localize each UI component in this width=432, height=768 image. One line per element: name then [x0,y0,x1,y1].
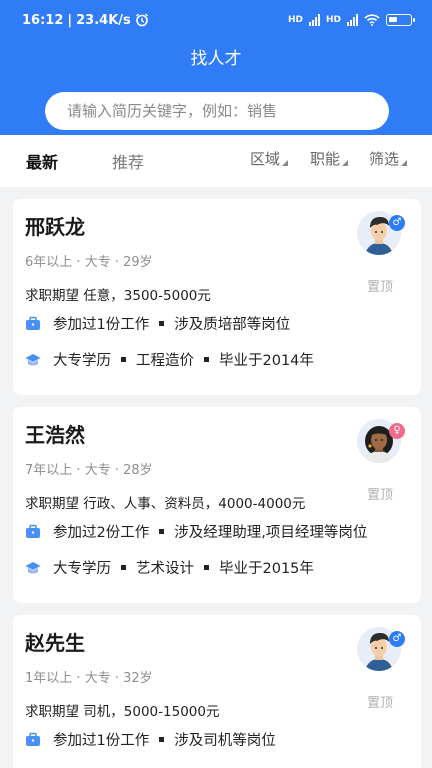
job-expectation: 求职期望 任意，3500-5000元 [25,288,211,304]
work-experience-row: 参加过2份工作 涉及经理助理,项目经理等岗位 [25,521,367,542]
pin-top-button[interactable]: 置顶 [367,692,393,711]
briefcase-icon [26,524,40,538]
candidate-card[interactable]: 赵先生 1年以上 · 大专 · 32岁 求职期望 司机，5000-15000元 … [13,615,421,768]
candidate-name: 邢跃龙 [25,215,85,239]
battery-icon [386,14,415,26]
app-header: 16:12 | 23.4K/s HD HD 找人才 请输入简历关键字，例如：销售 [0,0,432,135]
male-icon: ♂ [389,631,405,647]
work-experience-row: 参加过1份工作 涉及质培部等岗位 [25,313,290,334]
work-experience-row: 参加过1份工作 涉及司机等岗位 [25,729,276,750]
candidate-card[interactable]: 邢跃龙 6年以上 · 大专 · 29岁 求职期望 任意，3500-5000元 参… [13,199,421,395]
candidate-card[interactable]: 王浩然 7年以上 · 大专 · 28岁 求职期望 行政、人事、资料员，4000-… [13,407,421,603]
candidate-meta: 1年以上 · 大专 · 32岁 [25,671,153,686]
filter-function[interactable]: 职能 [310,148,349,169]
dropdown-triangle-icon [401,160,408,166]
wifi-icon [364,14,380,26]
hd-label-2: HD [325,15,341,25]
graduation-cap-icon [25,353,41,365]
search-input[interactable]: 请输入简历关键字，例如：销售 [45,92,389,130]
pin-top-button[interactable]: 置顶 [367,276,393,295]
signal-icon [308,14,320,26]
job-expectation: 求职期望 司机，5000-15000元 [25,704,220,720]
filter-region[interactable]: 区域 [250,148,289,169]
alarm-icon [135,13,148,27]
signal-icon-2 [347,14,358,26]
male-icon: ♂ [389,215,405,231]
filter-more[interactable]: 筛选 [369,148,408,169]
tab-recommended[interactable]: 推荐 [112,149,144,173]
tab-latest[interactable]: 最新 [26,149,58,173]
candidate-name: 赵先生 [25,631,85,655]
dropdown-triangle-icon [282,160,289,166]
briefcase-icon [26,316,40,330]
education-row: 大专学历 艺术设计 毕业于2015年 [25,557,314,578]
hd-label: HD [287,15,303,25]
candidate-name: 王浩然 [25,423,85,447]
tab-bar: 最新 推荐 区域 职能 筛选 [0,135,432,187]
pin-top-button[interactable]: 置顶 [367,484,393,503]
dropdown-triangle-icon [342,160,349,166]
graduation-cap-icon [25,561,41,573]
page-title: 找人才 [190,49,242,69]
network-speed: 23.4K/s [76,12,131,28]
candidate-meta: 7年以上 · 大专 · 28岁 [25,463,153,478]
candidate-meta: 6年以上 · 大专 · 29岁 [25,255,153,270]
status-time: 16:12 [22,12,64,28]
job-expectation: 求职期望 行政、人事、资料员，4000-4000元 [25,496,306,512]
status-bar: 16:12 | 23.4K/s HD HD [0,0,432,40]
female-icon: ♀ [389,423,405,439]
briefcase-icon [26,732,40,746]
education-row: 大专学历 工程造价 毕业于2014年 [25,349,314,370]
